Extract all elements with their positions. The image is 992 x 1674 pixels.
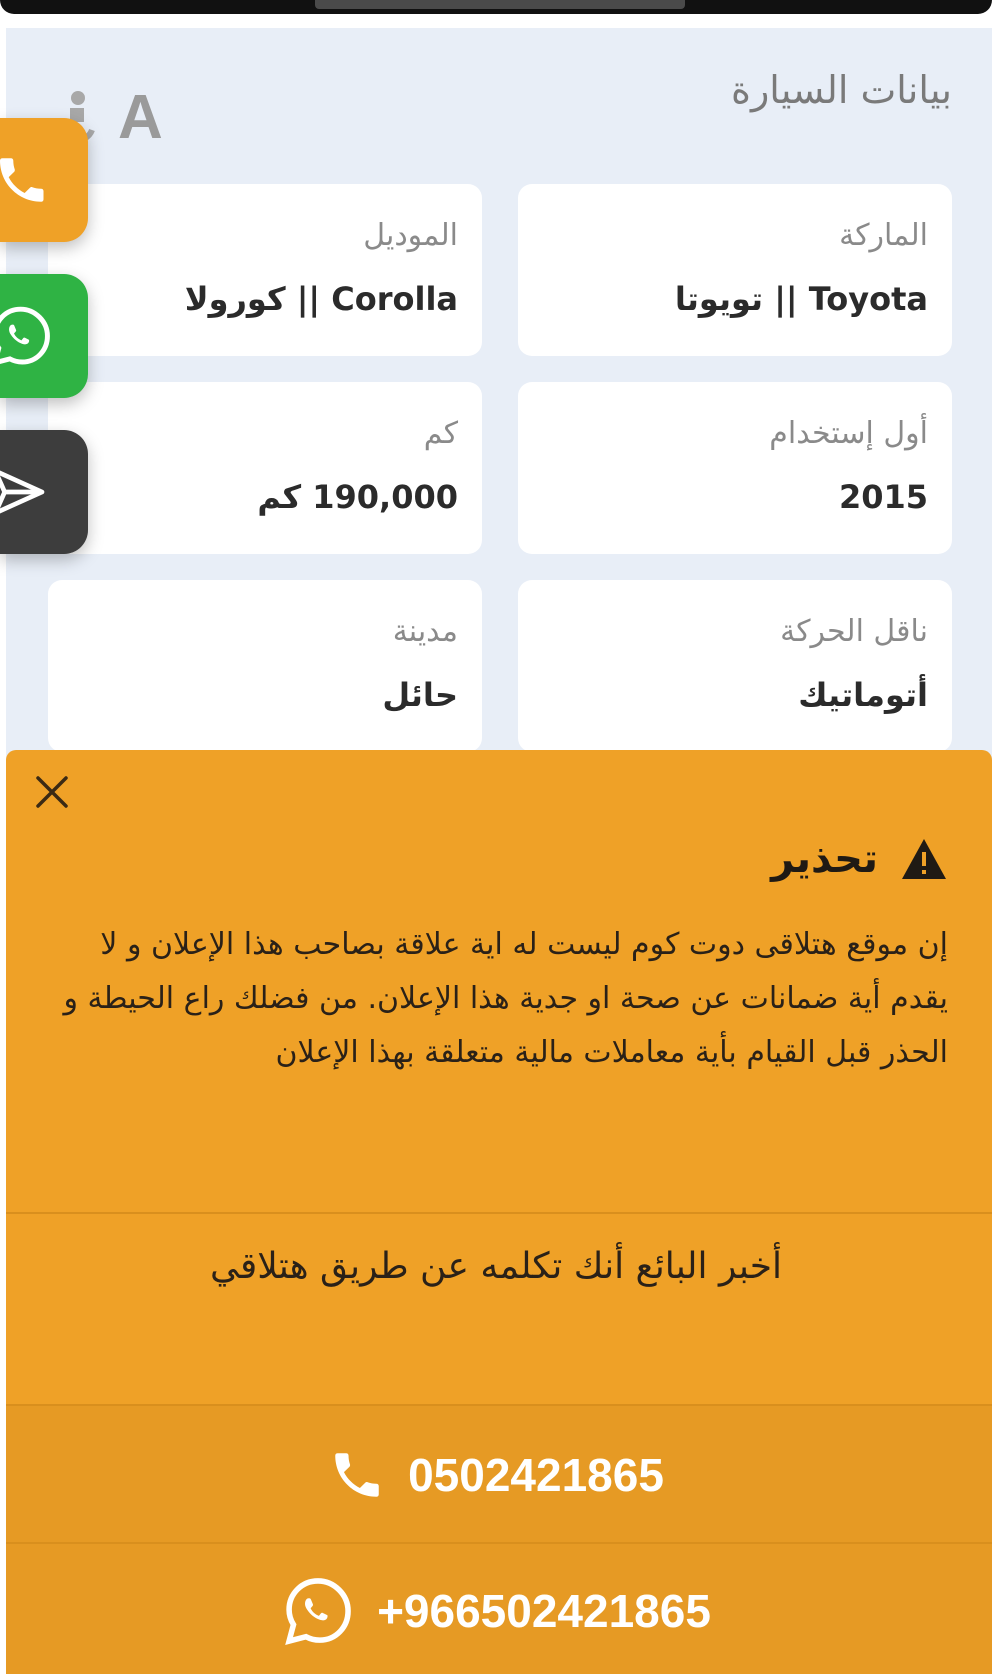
- spec-card-mileage: كم 190,000 كم: [48, 382, 482, 554]
- whatsapp-phone-button[interactable]: +966502421865: [0, 1574, 992, 1648]
- font-size-button[interactable]: A: [118, 82, 163, 153]
- warning-text: إن موقع هتلاقى دوت كوم ليست له اية علاقة…: [63, 927, 948, 1070]
- spec-label: مدينة: [392, 614, 458, 649]
- whatsapp-icon: [285, 1578, 351, 1645]
- warning-header: تحذير: [771, 836, 948, 882]
- warning-title: تحذير: [771, 836, 878, 882]
- spec-value: 190,000 كم: [257, 478, 458, 516]
- spec-value: حائل: [382, 676, 458, 714]
- share-icon: [0, 470, 45, 514]
- call-phone-button[interactable]: 0502421865: [0, 1446, 992, 1504]
- spec-value: Toyota || تويوتا: [674, 280, 928, 318]
- whatsapp-number: +966502421865: [377, 1585, 711, 1637]
- spec-label: ناقل الحركة: [780, 614, 928, 649]
- spec-label: الموديل: [363, 218, 458, 253]
- spec-card-first-use: أول إستخدام 2015: [518, 382, 952, 554]
- close-icon[interactable]: [32, 772, 72, 812]
- tell-seller-text: أخبر البائع أنك تكلمه عن طريق هتلاقي: [210, 1246, 782, 1287]
- share-side-button[interactable]: [0, 430, 88, 554]
- warning-icon: [902, 839, 946, 879]
- spec-value: أتوماتيك: [798, 676, 928, 714]
- whatsapp-icon: [0, 306, 50, 365]
- spec-value: Corolla || كورولا: [184, 280, 458, 318]
- phone-number: 0502421865: [408, 1449, 664, 1501]
- spec-label: كم: [423, 416, 458, 451]
- status-bar-notch: [315, 0, 685, 9]
- spec-card-transmission: ناقل الحركة أتوماتيك: [518, 580, 952, 752]
- phone-icon: [335, 1453, 379, 1497]
- divider: [6, 1212, 992, 1214]
- spec-label: أول إستخدام: [769, 416, 928, 451]
- spec-value: 2015: [838, 478, 928, 516]
- spec-card-city: مدينة حائل: [48, 580, 482, 752]
- section-title: بيانات السيارة: [731, 68, 952, 112]
- call-side-button[interactable]: [0, 118, 88, 242]
- spec-card-brand: الماركة Toyota || تويوتا: [518, 184, 952, 356]
- status-bar: [0, 0, 992, 14]
- phone-icon: [0, 158, 44, 202]
- spec-card-model: الموديل Corolla || كورولا: [48, 184, 482, 356]
- divider: [6, 1404, 992, 1406]
- divider: [6, 1542, 992, 1544]
- spec-label: الماركة: [839, 218, 928, 253]
- whatsapp-side-button[interactable]: [0, 274, 88, 398]
